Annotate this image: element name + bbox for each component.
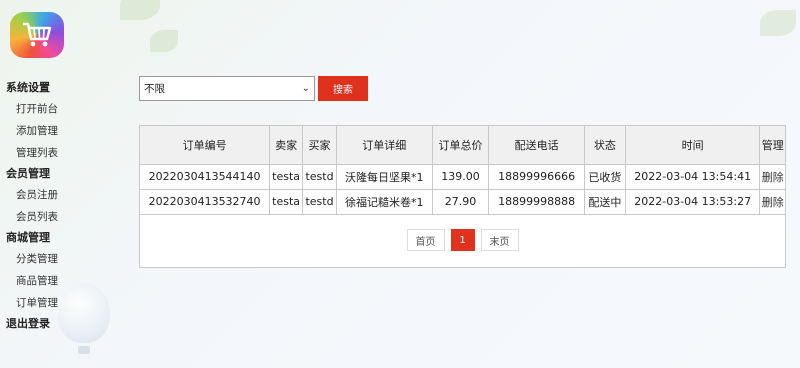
buyer-cell: testd [302,188,337,215]
column-header: 卖家 [269,126,304,165]
sidebar-group-shop: 商城管理 [6,231,50,244]
last-page-button[interactable]: 末页 [480,229,519,251]
delete-link[interactable]: 删除 [759,163,785,190]
sidebar-item-admin-list[interactable]: 管理列表 [0,142,120,164]
sidebar-item-product-manage[interactable]: 商品管理 [0,270,120,292]
column-header: 状态 [583,126,626,165]
buyer-cell: testd [302,163,337,190]
table-row: 2022030413544140 testa testd 沃隆每日坚果*1 13… [140,163,785,190]
column-header: 订单详细 [335,126,433,165]
column-header: 订单总价 [431,126,490,165]
sidebar: 系统设置 打开前台 添加管理 管理列表 会员管理 会员注册 会员列表 商城管理 … [0,78,120,334]
column-header: 买家 [302,126,337,165]
order-id-cell: 2022030413544140 [140,163,271,190]
sidebar-item-open-frontend[interactable]: 打开前台 [0,98,120,120]
sidebar-item-member-register[interactable]: 会员注册 [0,184,120,206]
shopping-cart-icon [23,22,52,47]
order-id-cell: 2022030413532740 [140,188,271,215]
sidebar-group-system: 系统设置 [6,81,50,94]
order-total-cell: 27.90 [431,188,490,215]
status-select[interactable]: 不限 ⌄ [139,76,315,101]
delete-link[interactable]: 删除 [759,188,785,215]
status-select-value: 不限 [144,83,165,95]
time-cell: 2022-03-04 13:53:27 [624,188,761,215]
sidebar-logout[interactable]: 退出登录 [0,314,120,334]
chevron-down-icon: ⌄ [301,83,310,94]
time-cell: 2022-03-04 13:54:41 [624,163,761,190]
orders-table: 订单编号 卖家 买家 订单详细 订单总价 配送电话 状态 时间 管理 20220… [140,126,785,215]
status-cell: 已收货 [583,163,626,190]
table-row: 2022030413532740 testa testd 徐福记糙米卷*1 27… [140,188,785,215]
phone-cell: 18899998888 [488,188,585,215]
sidebar-group-members: 会员管理 [6,167,50,180]
first-page-button[interactable]: 首页 [406,229,445,251]
background-leaf [120,0,160,20]
background-leaf [760,10,796,36]
order-detail-cell: 沃隆每日坚果*1 [335,163,433,190]
column-header: 管理 [759,126,785,165]
seller-cell: testa [269,188,304,215]
table-header-row: 订单编号 卖家 买家 订单详细 订单总价 配送电话 状态 时间 管理 [140,126,785,165]
sidebar-item-add-admin[interactable]: 添加管理 [0,120,120,142]
seller-cell: testa [269,163,304,190]
pagination: 首页 1 末页 [140,229,785,251]
sidebar-item-category-manage[interactable]: 分类管理 [0,248,120,270]
phone-cell: 18899996666 [488,163,585,190]
app-logo [10,12,64,58]
background-leaf [150,30,178,52]
sidebar-item-order-manage[interactable]: 订单管理 [0,292,120,314]
column-header: 订单编号 [140,126,271,165]
order-total-cell: 139.00 [431,163,490,190]
filter-bar: 不限 ⌄ 搜索 [139,76,368,101]
current-page-button[interactable]: 1 [450,229,475,251]
sidebar-item-member-list[interactable]: 会员列表 [0,206,120,228]
balloon-basket-decoration [78,346,90,354]
column-header: 时间 [624,126,761,165]
orders-panel: 订单编号 卖家 买家 订单详细 订单总价 配送电话 状态 时间 管理 20220… [139,125,786,268]
search-button[interactable]: 搜索 [318,76,368,101]
status-cell: 配送中 [583,188,626,215]
column-header: 配送电话 [488,126,585,165]
order-detail-cell: 徐福记糙米卷*1 [335,188,433,215]
